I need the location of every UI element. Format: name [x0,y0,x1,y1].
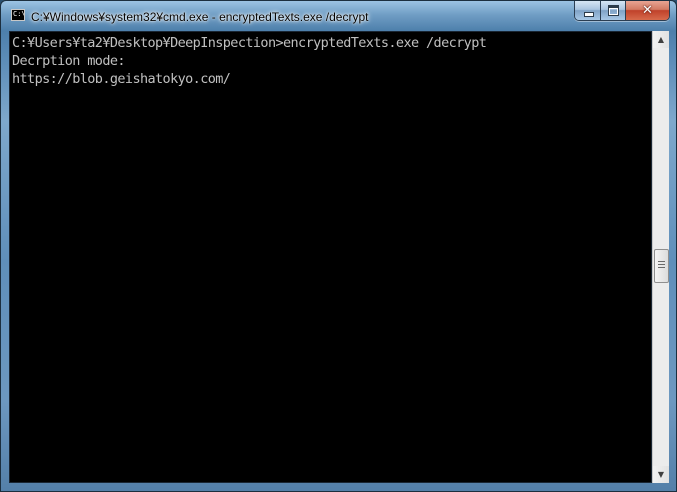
console-output-area[interactable]: C:¥Users¥ta2¥Desktop¥DeepInspection>encr… [9,31,652,483]
console-line-command: C:¥Users¥ta2¥Desktop¥DeepInspection>encr… [12,35,487,51]
console-line-mode: Decrption mode: [12,53,126,69]
console-icon[interactable]: C:\ [11,9,25,21]
maximize-button[interactable] [601,1,626,20]
thumb-grip-line [658,261,665,262]
thumb-grip-line [658,264,665,265]
close-icon: ✕ [642,3,653,18]
scroll-down-button[interactable]: ▼ [653,466,669,483]
title-bar[interactable]: C:\ C:¥Windows¥system32¥cmd.exe - encryp… [1,1,677,31]
vertical-scrollbar[interactable]: ▲ ▼ [652,31,669,483]
close-button[interactable]: ✕ [626,1,669,20]
thumb-grip-line [658,267,665,268]
cmd-window: C:\ C:¥Windows¥system32¥cmd.exe - encryp… [0,0,677,492]
caption-buttons: ✕ [574,1,670,21]
maximize-icon [608,5,619,16]
minimize-button[interactable] [575,1,601,20]
scroll-up-button[interactable]: ▲ [653,31,669,48]
scrollbar-thumb[interactable] [654,249,669,283]
console-line-url: https://blob.geishatokyo.com/ [12,71,231,87]
window-title: C:¥Windows¥system32¥cmd.exe - encryptedT… [31,10,369,24]
minimize-icon [584,12,594,17]
